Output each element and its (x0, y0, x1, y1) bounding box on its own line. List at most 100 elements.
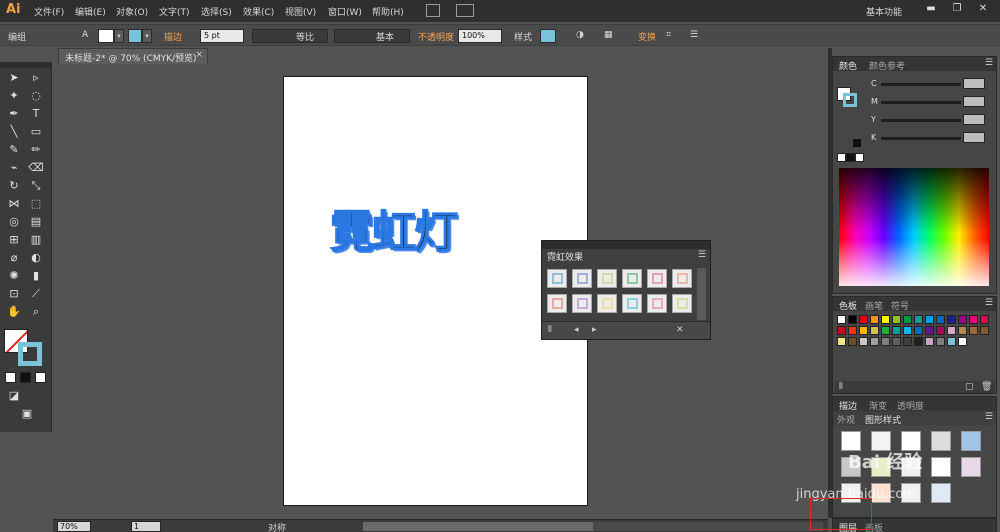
fill-icon[interactable]: A (82, 30, 88, 40)
neon-style-swatch[interactable] (597, 269, 617, 288)
none-color-swatch[interactable] (837, 153, 846, 162)
none-mode-icon[interactable] (35, 372, 46, 383)
restore-icon[interactable]: ❐ (944, 0, 970, 18)
color-swatch[interactable] (936, 326, 945, 335)
neon-style-swatch[interactable] (597, 294, 617, 313)
screen-mode-icon[interactable]: ▣ (18, 406, 36, 422)
pencil-tool-icon[interactable]: ✏ (27, 142, 45, 158)
delete-swatch-icon[interactable]: 🗑 (981, 382, 992, 392)
color-swatch[interactable] (837, 326, 846, 335)
color-swatch[interactable] (892, 315, 901, 324)
paintbrush-tool-icon[interactable]: ✎ (5, 142, 23, 158)
menu-effect[interactable]: 效果(C) (243, 5, 274, 18)
channel-m-field[interactable] (963, 96, 985, 107)
tab-brushes[interactable]: 画笔 (865, 299, 883, 312)
color-swatch[interactable] (837, 315, 846, 324)
scale-tool-icon[interactable]: ⤡ (27, 178, 45, 194)
zoom-tool-icon[interactable]: ⌕ (27, 304, 45, 320)
graphic-style-swatch[interactable] (931, 457, 951, 477)
shape-builder-tool-icon[interactable]: ◎ (5, 214, 23, 230)
swatches-panel-menu-icon[interactable]: ☰ (985, 298, 993, 308)
color-swatch[interactable] (881, 326, 890, 335)
tab-symbols[interactable]: 符号 (891, 299, 909, 312)
rectangle-tool-icon[interactable]: ▭ (27, 124, 45, 140)
artboard-number-field[interactable]: 1 (131, 521, 161, 532)
menu-view[interactable]: 视图(V) (285, 5, 316, 18)
mesh-tool-icon[interactable]: ⊞ (5, 232, 23, 248)
next-library-icon[interactable]: ▸ (592, 325, 597, 335)
tab-swatches[interactable]: 色板 (839, 299, 857, 312)
eyedropper-tool-icon[interactable]: ⌀ (5, 250, 23, 266)
color-swatch[interactable] (859, 337, 868, 346)
graphic-style-swatch[interactable] (540, 29, 556, 43)
tab-color[interactable]: 颜色 (839, 59, 857, 72)
menu-edit[interactable]: 编辑(E) (75, 5, 106, 18)
library-menu-icon[interactable]: ⫴ (548, 325, 552, 335)
channel-c-slider[interactable] (881, 83, 961, 86)
free-transform-tool-icon[interactable]: ⬚ (27, 196, 45, 212)
isolate-icon[interactable]: ⌗ (666, 30, 671, 40)
new-swatch-icon[interactable]: ▢ (965, 382, 974, 392)
color-panel-menu-icon[interactable]: ☰ (985, 58, 993, 68)
color-swatch[interactable] (903, 315, 912, 324)
close-icon[interactable]: ✕ (970, 0, 996, 18)
neon-panel-scrollbar[interactable] (697, 268, 706, 320)
stroke-weight-field[interactable]: 5 pt (200, 29, 244, 43)
channel-k-field[interactable] (963, 132, 985, 143)
stroke-dropdown-icon[interactable]: ▾ (142, 29, 152, 43)
neon-style-swatch[interactable] (622, 269, 642, 288)
artboard-tool-icon[interactable]: ⊡ (5, 286, 23, 302)
graphic-style-swatch[interactable] (931, 483, 951, 503)
neon-style-swatch[interactable] (547, 294, 567, 313)
break-link-icon[interactable]: ✕ (676, 325, 684, 335)
color-swatch[interactable] (925, 315, 934, 324)
selection-tool-icon[interactable]: ➤ (5, 70, 23, 86)
workspace-switcher[interactable]: 基本功能 (866, 5, 902, 18)
variable-width-profile[interactable] (252, 29, 328, 43)
color-swatch[interactable] (958, 337, 967, 346)
color-swatch[interactable] (870, 326, 879, 335)
align-icon[interactable]: ▦ (604, 30, 613, 40)
color-swatch[interactable] (925, 337, 934, 346)
color-swatch[interactable] (892, 326, 901, 335)
color-swatch[interactable] (892, 337, 901, 346)
color-swatch[interactable] (947, 337, 956, 346)
menu-object[interactable]: 对象(O) (116, 5, 148, 18)
tab-color-guide[interactable]: 颜色参考 (869, 59, 905, 72)
color-swatch[interactable] (903, 337, 912, 346)
color-swatch[interactable] (925, 326, 934, 335)
gradient-tool-icon[interactable]: ▥ (27, 232, 45, 248)
opacity-label[interactable]: 不透明度 (418, 30, 454, 43)
stroke-label[interactable]: 描边 (164, 30, 182, 43)
graphic-style-swatch[interactable] (931, 431, 951, 451)
panel-drag-bar[interactable] (542, 241, 710, 249)
color-swatch[interactable] (881, 315, 890, 324)
color-swatch[interactable] (936, 337, 945, 346)
magic-wand-tool-icon[interactable]: ✦ (5, 88, 23, 104)
channel-y-field[interactable] (963, 114, 985, 125)
color-swatch[interactable] (870, 337, 879, 346)
white-color-swatch[interactable] (855, 153, 864, 162)
column-graph-tool-icon[interactable]: ▮ (27, 268, 45, 284)
graphic-style-swatch[interactable] (961, 457, 981, 477)
color-swatch[interactable] (881, 337, 890, 346)
channel-k-slider[interactable] (881, 137, 961, 140)
color-swatch[interactable] (936, 315, 945, 324)
gradient-mode-icon[interactable] (20, 372, 31, 383)
minimize-icon[interactable]: ▬ (918, 0, 944, 18)
recolor-icon[interactable]: ◑ (576, 30, 584, 40)
neon-style-swatch[interactable] (647, 269, 667, 288)
color-swatch[interactable] (859, 315, 868, 324)
width-tool-icon[interactable]: ⋈ (5, 196, 23, 212)
menu-help[interactable]: 帮助(H) (372, 5, 404, 18)
neon-style-swatch[interactable] (647, 294, 667, 313)
last-color-swatch[interactable] (853, 139, 861, 147)
hand-tool-icon[interactable]: ✋ (5, 304, 23, 320)
neon-style-swatch[interactable] (672, 294, 692, 313)
neon-style-swatch[interactable] (547, 269, 567, 288)
zoom-field[interactable]: 70% (57, 521, 91, 532)
color-swatch[interactable] (848, 326, 857, 335)
tools-panel-header[interactable] (0, 62, 52, 68)
color-swatch[interactable] (947, 315, 956, 324)
tab-appearance[interactable]: 外观 (837, 413, 855, 426)
